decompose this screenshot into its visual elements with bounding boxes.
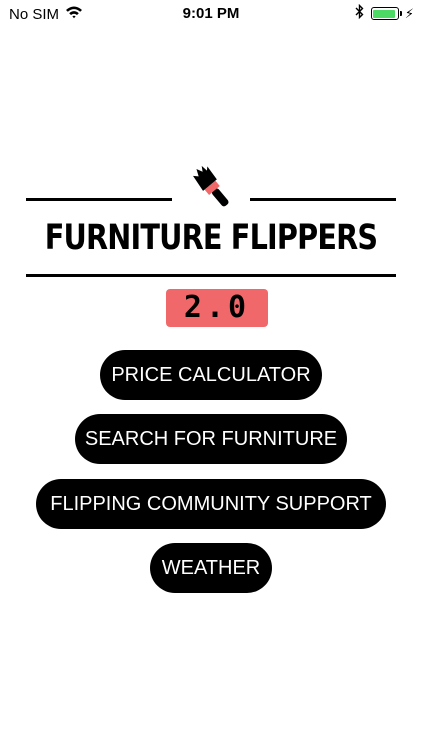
weather-button[interactable]: WEATHER: [150, 543, 272, 593]
app-logo: FURNITURE FLIPPERS: [0, 160, 422, 285]
search-for-furniture-button[interactable]: SEARCH FOR FURNITURE: [75, 414, 347, 464]
logo-rule-top-right: [250, 198, 396, 201]
price-calculator-button[interactable]: PRICE CALCULATOR: [100, 350, 322, 400]
logo-title: FURNITURE FLIPPERS: [44, 218, 378, 258]
bluetooth-icon: [355, 3, 364, 23]
paintbrush-icon: [184, 160, 240, 217]
charging-bolt-icon: ⚡: [404, 5, 414, 21]
battery-icon: [370, 7, 399, 20]
flipping-community-support-button[interactable]: FLIPPING COMMUNITY SUPPORT: [36, 479, 386, 529]
status-right: ⚡: [355, 3, 414, 23]
version-badge: 2.0: [166, 289, 268, 327]
logo-rule-bottom: [26, 274, 396, 277]
status-bar: No SIM 9:01 PM ⚡: [0, 0, 422, 28]
logo-rule-top-left: [26, 198, 172, 201]
battery-cap: [399, 11, 402, 16]
